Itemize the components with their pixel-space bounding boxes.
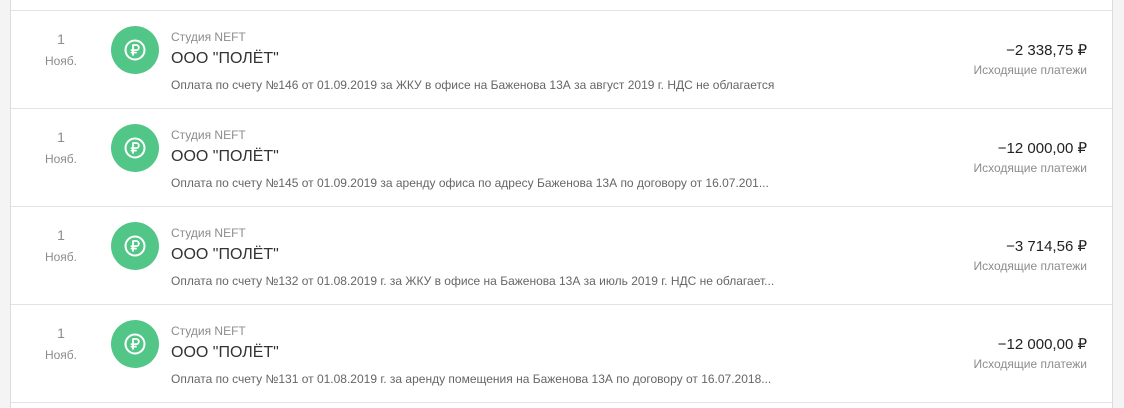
transaction-amount: −3 714,56 ₽ [1006, 238, 1087, 255]
counterparty-name: ООО "ПОЛЁТ" [171, 50, 279, 67]
transaction-category: Исходящие платежи [973, 259, 1087, 273]
company-name: Студия NEFT [171, 30, 246, 44]
date-month: Нояб. [44, 250, 78, 264]
date-month: Нояб. [44, 152, 78, 166]
payment-purpose: Оплата по счету №131 от 01.08.2019 г. за… [171, 372, 772, 386]
transaction-amount: −12 000,00 ₽ [997, 140, 1087, 157]
date-day: 1 [57, 325, 65, 341]
previous-row-stub [11, 0, 1112, 11]
transaction-row[interactable]: 1 Нояб. Студия NEFT ООО "ПОЛЁТ" Оплата п… [11, 109, 1112, 207]
counterparty-name: ООО "ПОЛЁТ" [171, 148, 279, 165]
date-month: Нояб. [44, 348, 78, 362]
payment-purpose: Оплата по счету №145 от 01.09.2019 за ар… [171, 176, 769, 190]
company-name: Студия NEFT [171, 128, 246, 142]
transaction-amount: −12 000,00 ₽ [997, 336, 1087, 353]
company-name: Студия NEFT [171, 324, 246, 338]
counterparty-name: ООО "ПОЛЁТ" [171, 344, 279, 361]
transaction-amount: −2 338,75 ₽ [1006, 42, 1087, 59]
payment-purpose: Оплата по счету №146 от 01.09.2019 за ЖК… [171, 78, 775, 92]
transaction-date: 1 Нояб. [29, 227, 93, 265]
company-name: Студия NEFT [171, 226, 246, 240]
date-day: 1 [57, 31, 65, 47]
transaction-date: 1 Нояб. [29, 325, 93, 363]
ruble-icon [111, 222, 159, 270]
transactions-list: 1 Нояб. Студия NEFT ООО "ПОЛЁТ" Оплата п… [10, 0, 1113, 408]
transaction-row[interactable]: 1 Нояб. Студия NEFT ООО "ПОЛЁТ" Оплата п… [11, 207, 1112, 305]
counterparty-name: ООО "ПОЛЁТ" [171, 246, 279, 263]
payment-purpose: Оплата по счету №132 от 01.08.2019 г. за… [171, 274, 775, 288]
date-day: 1 [57, 129, 65, 145]
ruble-icon [111, 124, 159, 172]
transaction-category: Исходящие платежи [973, 357, 1087, 371]
ruble-icon [111, 26, 159, 74]
transaction-row[interactable]: 1 Нояб. Студия NEFT ООО "ПОЛЁТ" Оплата п… [11, 11, 1112, 109]
transaction-row[interactable]: 1 Нояб. Студия NEFT ООО "ПОЛЁТ" Оплата п… [11, 305, 1112, 403]
date-month: Нояб. [44, 54, 78, 68]
transaction-date: 1 Нояб. [29, 31, 93, 69]
date-day: 1 [57, 227, 65, 243]
transaction-category: Исходящие платежи [973, 161, 1087, 175]
ruble-icon [111, 320, 159, 368]
transaction-date: 1 Нояб. [29, 129, 93, 167]
transaction-category: Исходящие платежи [973, 63, 1087, 77]
